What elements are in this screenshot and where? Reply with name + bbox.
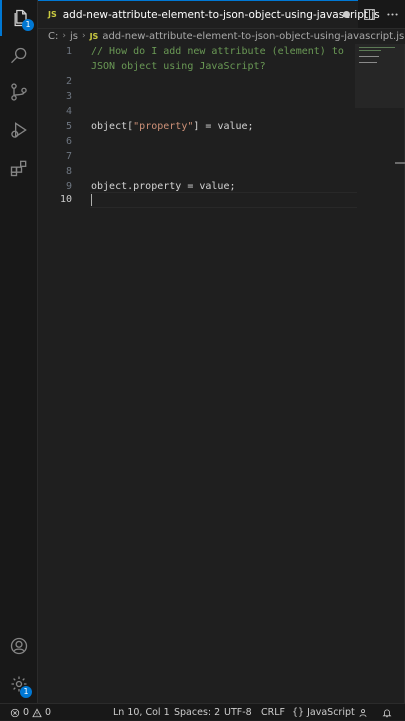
minimap[interactable]: [355, 44, 405, 108]
tab-bar: JS add-new-attribute-element-to-json-obj…: [38, 0, 405, 29]
encoding-status[interactable]: UTF-8: [224, 704, 252, 721]
minimap-line: [359, 50, 381, 51]
indentation-status[interactable]: Spaces: 2: [174, 704, 220, 721]
status-bar: 0 0 Ln 10, Col 1 Spaces: 2 UTF-8 CRLF {}…: [0, 703, 405, 720]
code-line: 10: [38, 192, 405, 207]
code-text: JSON object using JavaScript?: [91, 61, 266, 72]
notifications-button[interactable]: [382, 704, 392, 721]
language-label: JavaScript: [307, 706, 355, 718]
breadcrumb-file[interactable]: add-new-attribute-element-to-json-object…: [102, 31, 404, 42]
code-line: 3: [38, 89, 405, 104]
run-debug-icon: [10, 122, 27, 138]
search-icon: [10, 47, 26, 64]
code-line: 2: [38, 74, 405, 89]
line-number: 2: [65, 76, 72, 87]
js-file-icon: JS: [48, 10, 57, 19]
explorer-badge: 1: [22, 19, 34, 31]
feedback-icon: [359, 708, 367, 717]
accounts-button[interactable]: [0, 628, 37, 664]
bell-icon: [382, 708, 392, 717]
code-line: 1 // How do I add new attribute (element…: [38, 44, 405, 59]
run-debug-button[interactable]: [0, 112, 37, 148]
code-line: JSON object using JavaScript?: [38, 59, 405, 74]
line-number: 8: [65, 166, 72, 177]
line-number: 3: [65, 91, 72, 102]
settings-badge: 1: [20, 686, 32, 698]
source-control-button[interactable]: [0, 74, 37, 110]
code-line: 5 object["property"] = value;: [38, 119, 405, 134]
breadcrumb-folder[interactable]: js: [70, 31, 78, 42]
chevron-right-icon: ›: [81, 31, 86, 41]
eol-status[interactable]: CRLF: [261, 704, 285, 721]
code-text: // How do I add new attribute (element) …: [91, 46, 344, 57]
line-number: 5: [65, 121, 72, 132]
code-line: 4: [38, 104, 405, 119]
code-line: 7: [38, 149, 405, 164]
code-identifier: ] = value;: [193, 121, 254, 132]
activity-bar: 1 1: [0, 0, 38, 703]
more-actions-icon[interactable]: [386, 8, 399, 21]
split-editor-icon[interactable]: [363, 8, 376, 21]
minimap-line: [359, 62, 377, 63]
feedback-button[interactable]: [358, 704, 368, 721]
text-cursor: [91, 194, 92, 206]
unsaved-dot-icon[interactable]: [343, 11, 350, 18]
chevron-right-icon: ›: [62, 31, 66, 41]
error-count: 0: [23, 706, 30, 718]
line-number: 4: [65, 106, 72, 117]
braces-icon: {}: [292, 706, 305, 718]
line-number: 6: [65, 136, 72, 147]
minimap-line: [359, 47, 395, 48]
error-icon: [10, 708, 20, 717]
minimap-line: [359, 56, 379, 57]
tab-title: add-new-attribute-element-to-json-object…: [62, 8, 380, 21]
manage-button[interactable]: 1: [0, 666, 37, 702]
code-identifier: object[: [91, 121, 134, 132]
code-line: 6: [38, 134, 405, 149]
editor-tab[interactable]: JS add-new-attribute-element-to-json-obj…: [38, 0, 380, 28]
explorer-button[interactable]: 1: [0, 0, 39, 36]
extensions-button[interactable]: [0, 150, 37, 186]
js-file-icon: JS: [89, 31, 99, 41]
search-button[interactable]: [0, 38, 37, 74]
code-text: object["property"] = value;: [91, 119, 254, 134]
problems-status[interactable]: 0 0: [10, 704, 51, 721]
breadcrumb-drive[interactable]: C:: [48, 31, 58, 42]
cursor-position[interactable]: Ln 10, Col 1: [113, 704, 170, 721]
warning-count: 0: [45, 706, 52, 718]
line-number: 10: [59, 194, 72, 205]
warning-icon: [32, 707, 42, 717]
scrollbar-cursor-marker: [395, 162, 405, 164]
code-string: "property": [133, 121, 194, 132]
breadcrumb: C: › js › JS add-new-attribute-element-t…: [48, 29, 405, 43]
source-control-icon: [10, 83, 27, 101]
language-mode[interactable]: {} JavaScript: [292, 704, 355, 721]
account-icon: [10, 637, 27, 655]
code-editor[interactable]: 1 // How do I add new attribute (element…: [38, 44, 405, 703]
editor-actions: [363, 0, 399, 28]
extensions-icon: [10, 160, 26, 177]
line-number: 7: [65, 151, 72, 162]
line-number: 1: [65, 46, 72, 57]
code-line: 8: [38, 164, 405, 179]
